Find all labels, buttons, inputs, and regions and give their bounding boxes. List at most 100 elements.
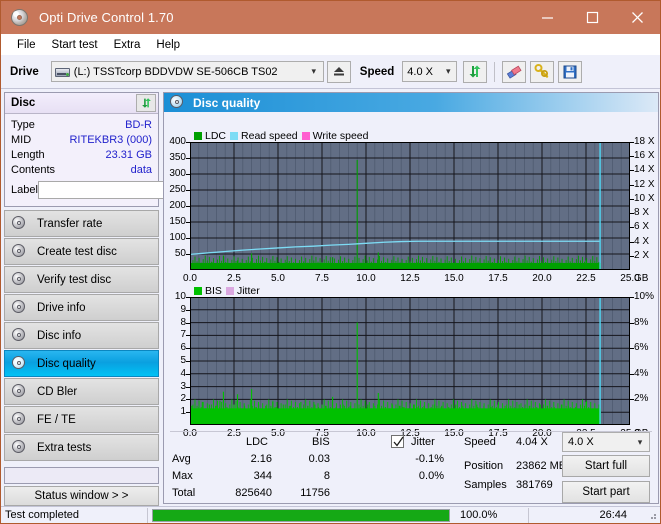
sidebar-item-create-test-disc[interactable]: Create test disc	[4, 238, 159, 265]
stats-max-jitter: 0.0%	[418, 470, 444, 482]
jitter-label: Jitter	[411, 436, 435, 448]
stats-avg-jitter: -0.1%	[415, 453, 444, 465]
jitter-checkbox[interactable]	[391, 435, 404, 448]
chevron-down-icon: ▾	[637, 436, 643, 447]
y-axis-tick-label: 350	[169, 152, 186, 163]
legend-entry: Jitter	[225, 285, 260, 297]
window-title: Opti Drive Control 1.70	[39, 10, 174, 25]
x-axis-tick-label: 15.0	[444, 273, 464, 284]
y-axis-tick	[186, 399, 190, 401]
test-speed-select[interactable]: 4.0 X ▾	[562, 432, 650, 452]
legend-swatch-icon	[225, 287, 234, 295]
progress-fill	[153, 509, 449, 521]
sidebar-item-drive-info[interactable]: Drive info	[4, 294, 159, 321]
disc-row-mid: MID RITEKBR3 (000)	[11, 132, 152, 147]
menu-item-extra[interactable]: Extra	[106, 37, 149, 53]
progress-percent: 100.0%	[460, 509, 498, 521]
chart-legend: BIS Jitter	[194, 285, 260, 297]
application-window: Opti Drive Control 1.70 File Start test …	[0, 0, 661, 524]
x-axis-tick-label: 10.0	[356, 273, 376, 284]
menu-item-start-test[interactable]: Start test	[44, 37, 106, 53]
y-axis-tick-label: 250	[169, 184, 186, 195]
disc-test-icon	[12, 384, 27, 399]
y2-axis-tick	[630, 184, 634, 186]
refresh-button[interactable]	[463, 60, 488, 83]
sidebar-item-disc-quality[interactable]: Disc quality	[4, 350, 159, 377]
stats-row-total-label: Total	[172, 487, 196, 499]
y2-axis-tick	[630, 142, 634, 143]
sidebar-item-label: Create test disc	[37, 245, 117, 258]
disc-row-contents: Contents data	[11, 162, 152, 177]
close-icon[interactable]	[615, 1, 660, 34]
app-disc-icon	[10, 8, 30, 28]
x-axis-tick-label: 20.0	[532, 273, 552, 284]
y-axis-tick	[186, 386, 190, 388]
sidebar-item-label: Verify test disc	[37, 273, 112, 286]
sidebar-item-verify-test-disc[interactable]: Verify test disc	[4, 266, 159, 293]
y-axis-tick-label: 2	[180, 393, 186, 405]
y2-axis-tick-label: 14 X	[634, 164, 655, 176]
disc-test-icon	[12, 272, 27, 287]
x-axis-tick-label: 5.0	[271, 273, 285, 284]
chart-legend: LDC Read speed Write speed	[194, 130, 369, 142]
legend-label: LDC	[205, 130, 227, 142]
tools-button[interactable]	[530, 60, 555, 83]
status-window-button[interactable]: Status window > >	[4, 486, 159, 506]
resize-grip-icon[interactable]	[647, 510, 657, 520]
charts-area: LDC Read speed Write speed 400 350 300 250 200 1…	[164, 112, 658, 439]
erase-button[interactable]	[502, 60, 527, 83]
disc-row-contents-key: Contents	[11, 163, 56, 176]
speed-label: Speed	[359, 65, 395, 78]
disc-panel-title: Disc	[11, 97, 36, 109]
y2-axis-tick-label: 4%	[634, 367, 649, 379]
y-axis-tick-label: 400	[169, 136, 186, 147]
disc-row-type-key: Type	[11, 118, 35, 131]
eject-button[interactable]	[326, 60, 351, 83]
x-axis-tick-label: 22.5	[576, 273, 596, 284]
chevron-down-icon: ▾	[446, 66, 451, 76]
drive-icon	[54, 65, 71, 79]
chart-plot-area	[190, 142, 630, 270]
legend-entry: Read speed	[230, 130, 298, 142]
legend-label: Write speed	[312, 130, 369, 142]
start-full-button[interactable]: Start full	[562, 455, 650, 477]
legend-swatch-icon	[194, 132, 202, 140]
minimize-icon[interactable]	[525, 1, 570, 34]
disc-refresh-button[interactable]	[136, 94, 156, 112]
y-axis-tick-label: 300	[169, 168, 186, 179]
menu-item-help[interactable]: Help	[148, 37, 188, 53]
x-axis-tick-label: 0.0	[183, 428, 197, 439]
chart-plot-area	[190, 297, 630, 425]
drive-select-value: (L:) TSSTcorp BDDVDW SE-506CB TS02	[73, 65, 278, 78]
sidebar-item-label: Drive info	[37, 301, 86, 314]
maximize-icon[interactable]	[570, 1, 615, 34]
drive-select[interactable]: (L:) TSSTcorp BDDVDW SE-506CB TS02 ▾	[50, 61, 324, 82]
y2-axis-tick	[630, 198, 634, 200]
menu-item-file[interactable]: File	[9, 37, 44, 53]
y-axis-tick	[186, 222, 190, 223]
chevron-down-icon: ▾	[311, 66, 317, 76]
disc-row-type-value: BD-R	[125, 118, 152, 131]
y-axis-tick-label: 100	[169, 232, 186, 243]
sidebar-item-extra-tests[interactable]: Extra tests	[4, 434, 159, 461]
sidebar-item-cd-bler[interactable]: CD Bler	[4, 378, 159, 405]
disc-test-icon	[12, 300, 27, 315]
toolbar-separator	[494, 61, 496, 82]
y-axis-tick-label: 8	[180, 316, 186, 328]
x-axis-tick-label: 0.0	[183, 273, 197, 284]
x-axis-tick-label: 17.5	[488, 273, 508, 284]
start-part-button[interactable]: Start part	[562, 481, 650, 503]
sidebar-item-transfer-rate[interactable]: Transfer rate	[4, 210, 159, 237]
legend-entry: LDC	[194, 130, 226, 142]
sidebar-item-disc-info[interactable]: Disc info	[4, 322, 159, 349]
sidebar-item-fe-te[interactable]: FE / TE	[4, 406, 159, 433]
disc-panel: Disc Type BD-R MID RITEKBR3 (000) Length…	[4, 92, 240, 207]
speed-select[interactable]: 4.0 X ▾	[402, 61, 458, 82]
y2-axis-tick-label: 10%	[634, 291, 655, 302]
legend-label: Jitter	[236, 285, 260, 297]
disc-row-length: Length 23.31 GB	[11, 147, 152, 162]
y2-axis-tick-label: 18 X	[634, 136, 655, 147]
sidebar-item-label: Disc quality	[37, 357, 96, 370]
save-button[interactable]	[558, 60, 583, 83]
legend-swatch-icon	[301, 132, 310, 140]
